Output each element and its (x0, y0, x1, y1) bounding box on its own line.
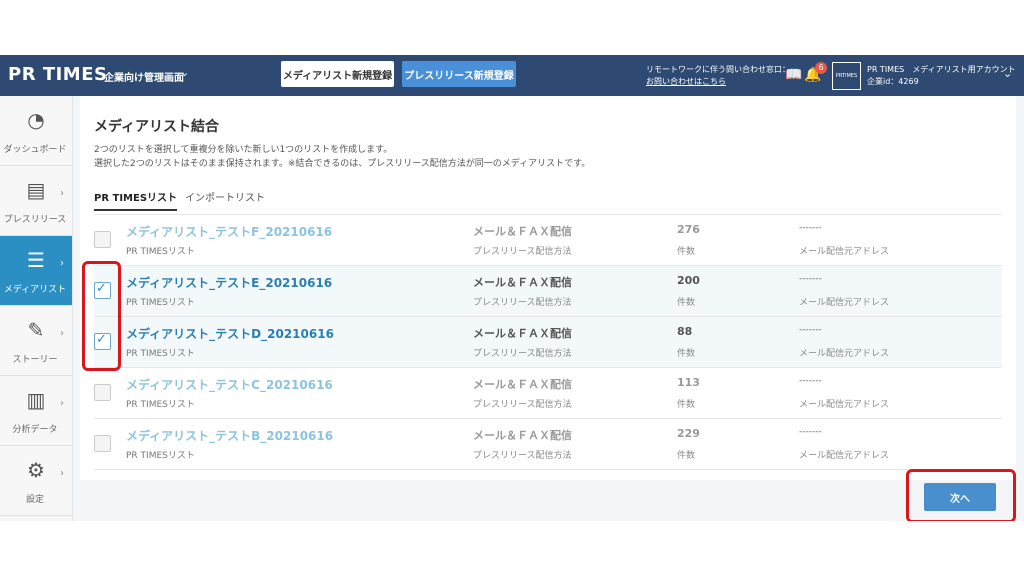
list-name[interactable]: メディアリスト_テストE_20210616 (126, 274, 332, 291)
list-type: PR TIMESリスト (126, 451, 195, 461)
next-button-highlight-box (906, 469, 1016, 521)
description-line: 2つのリストを選択して重複分を除いた新しい1つのリストを作成します。 (94, 145, 393, 155)
item-count: 200 (677, 274, 700, 287)
company-logo: PRTIMES (832, 62, 861, 90)
content-panel: メディアリスト結合 2つのリストを選択して重複分を除いた新しい1つのリストを作成… (80, 96, 1016, 480)
delivery-method-label: プレスリリース配信方法 (473, 400, 572, 410)
item-count: 113 (677, 376, 700, 389)
sidebar-item-settings[interactable]: ⚙ › 設定 (0, 446, 72, 516)
checkbox-highlight-box (82, 261, 121, 371)
delivery-method: メール＆ＦＡＸ配信 (473, 225, 572, 238)
list-name[interactable]: メディアリスト_テストD_20210616 (126, 325, 334, 342)
account-info[interactable]: PR TIMES メディアリスト用アカウント 企業id：4269 (867, 64, 1016, 88)
sender-address: ------- (799, 274, 822, 284)
chevron-down-icon[interactable]: ⌄ (180, 66, 189, 79)
tab-import-list[interactable]: インポートリスト (185, 189, 265, 209)
list-name[interactable]: メディアリスト_テストF_20210616 (126, 223, 332, 240)
list-type: PR TIMESリスト (126, 247, 195, 257)
row-checkbox[interactable] (94, 384, 111, 401)
sidebar-item-media-list[interactable]: ☰ › メディアリスト (0, 236, 72, 306)
list-item[interactable]: ✓ メディアリスト_テストD_20210616 PR TIMESリスト メール＆… (94, 316, 1002, 367)
account-name: PR TIMES メディアリスト用アカウント (867, 65, 1016, 74)
sender-address: ------- (799, 376, 822, 386)
admin-mode-selector[interactable]: 企業向け管理画面 (104, 69, 184, 84)
sender-address: ------- (799, 427, 822, 437)
item-count-label: 件数 (677, 247, 696, 257)
delivery-method: メール＆ＦＡＸ配信 (473, 429, 572, 442)
list-item[interactable]: メディアリスト_テストC_20210616 PR TIMESリスト メール＆ＦＡ… (94, 367, 1002, 418)
contact-link[interactable]: お問い合わせはこちら (646, 76, 790, 88)
list-item[interactable]: メディアリスト_テストB_20210616 PR TIMESリスト メール＆ＦＡ… (94, 418, 1002, 470)
sender-address-label: メール配信元アドレス (799, 349, 890, 359)
item-count: 276 (677, 223, 700, 236)
sender-address: ------- (799, 223, 822, 233)
book-icon[interactable]: 📖 (785, 67, 802, 83)
delivery-method-label: プレスリリース配信方法 (473, 298, 572, 308)
sidebar-item-story[interactable]: ✎ › ストーリー (0, 306, 72, 376)
page-title: メディアリスト結合 (94, 119, 220, 135)
sidebar-item-label: ダッシュボード (3, 145, 67, 155)
notification-badge: 6 (815, 62, 827, 74)
chevron-right-icon: › (60, 398, 64, 409)
list-name[interactable]: メディアリスト_テストC_20210616 (126, 376, 333, 393)
list-type: PR TIMESリスト (126, 349, 195, 359)
sender-address-label: メール配信元アドレス (799, 451, 890, 461)
sidebar-item-label: ストーリー (12, 355, 58, 365)
item-count-label: 件数 (677, 349, 696, 359)
item-count-label: 件数 (677, 451, 696, 461)
app-window: PR TIMES 企業向け管理画面 ⌄ メディアリスト新規登録 プレスリリース新… (0, 55, 1024, 521)
chevron-right-icon: › (60, 188, 64, 199)
chevron-right-icon: › (60, 468, 64, 479)
delivery-method-label: プレスリリース配信方法 (473, 451, 572, 461)
new-press-release-button[interactable]: プレスリリース新規登録 (402, 61, 516, 87)
sidebar-item-analytics[interactable]: ▥ › 分析データ (0, 376, 72, 446)
delivery-method: メール＆ＦＡＸ配信 (473, 276, 572, 289)
sidebar-item-label: プレスリリース (3, 215, 67, 225)
chevron-right-icon: › (60, 258, 64, 269)
tab-pr-times-list[interactable]: PR TIMESリスト (94, 189, 178, 211)
delivery-method: メール＆ＦＡＸ配信 (473, 378, 572, 391)
sidebar-item-dashboard[interactable]: ◔ ダッシュボード (0, 96, 72, 166)
delivery-method-label: プレスリリース配信方法 (473, 247, 572, 257)
delivery-method: メール＆ＦＡＸ配信 (473, 327, 572, 340)
sender-address-label: メール配信元アドレス (799, 298, 890, 308)
dashboard-icon: ◔ (27, 108, 45, 132)
item-count-label: 件数 (677, 298, 696, 308)
list-item[interactable]: メディアリスト_テストF_20210616 PR TIMESリスト メール＆ＦＡ… (94, 214, 1002, 265)
company-id: 企業id：4269 (867, 77, 919, 86)
list-item[interactable]: ✓ メディアリスト_テストE_20210616 PR TIMESリスト メール＆… (94, 265, 1002, 316)
top-header: PR TIMES 企業向け管理画面 ⌄ メディアリスト新規登録 プレスリリース新… (0, 55, 1024, 96)
delivery-method-label: プレスリリース配信方法 (473, 349, 572, 359)
sidebar-item-label: 分析データ (12, 425, 58, 435)
sidebar-item-label: 設定 (25, 495, 44, 505)
sidebar-item-label: メディアリスト (3, 285, 67, 295)
sidebar: ◔ ダッシュボード ▤ › プレスリリース ☰ › メディアリスト ✎ › スト… (0, 96, 73, 521)
row-checkbox[interactable] (94, 231, 111, 248)
sender-address-label: メール配信元アドレス (799, 247, 890, 257)
page-description: 2つのリストを選択して重複分を除いた新しい1つのリストを作成します。 選択した2… (94, 143, 590, 171)
remote-notice-text: リモートワークに伴う問い合わせ窓口： (646, 65, 790, 74)
sidebar-item-press-release[interactable]: ▤ › プレスリリース (0, 166, 72, 236)
description-line: 選択した2つのリストはそのまま保持されます。※結合できるのは、プレスリリース配信… (94, 159, 591, 169)
row-checkbox[interactable] (94, 435, 111, 452)
new-media-list-button[interactable]: メディアリスト新規登録 (281, 61, 394, 87)
chevron-right-icon: › (60, 328, 64, 339)
sender-address: ------- (799, 325, 822, 335)
item-count-label: 件数 (677, 400, 696, 410)
sender-address-label: メール配信元アドレス (799, 400, 890, 410)
list-type: PR TIMESリスト (126, 298, 195, 308)
item-count: 229 (677, 427, 700, 440)
list-name[interactable]: メディアリスト_テストB_20210616 (126, 427, 333, 444)
account-chevron-icon[interactable]: ⌄ (1003, 67, 1012, 80)
list-type: PR TIMESリスト (126, 400, 195, 410)
pr-times-logo[interactable]: PR TIMES (8, 64, 107, 85)
remote-work-notice: リモートワークに伴う問い合わせ窓口： お問い合わせはこちら (646, 64, 790, 88)
item-count: 88 (677, 325, 693, 338)
